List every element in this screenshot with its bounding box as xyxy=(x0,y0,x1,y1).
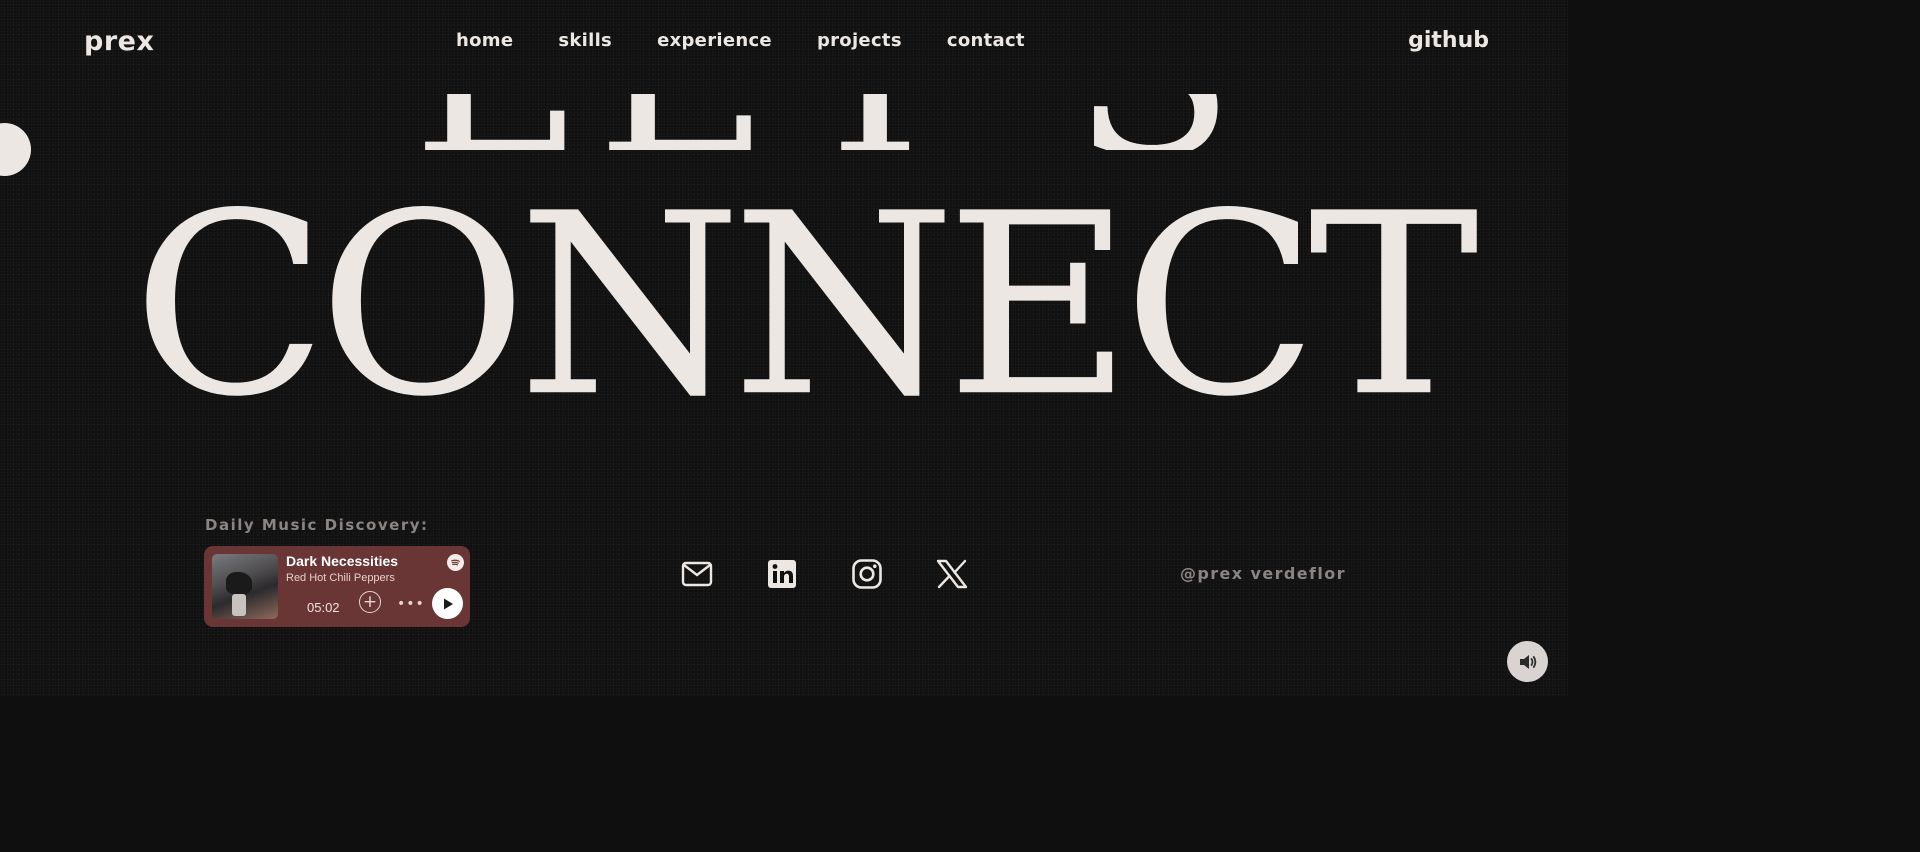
nav-home[interactable]: home xyxy=(456,30,513,51)
nav-skills[interactable]: skills xyxy=(558,30,612,51)
sound-toggle-button[interactable] xyxy=(1507,641,1548,682)
play-icon[interactable] xyxy=(432,588,463,619)
music-discovery-label: Daily Music Discovery: xyxy=(205,516,429,534)
spotify-icon[interactable] xyxy=(447,554,464,571)
hero-line-connect: CONNECT xyxy=(132,159,1479,453)
spotify-player-card[interactable]: Dark Necessities Red Hot Chili Peppers 0… xyxy=(204,546,470,627)
nav-experience[interactable]: experience xyxy=(657,30,772,51)
logo-link[interactable]: prex xyxy=(84,26,154,57)
top-navigation-bar: prex home skills experience projects con… xyxy=(0,0,1568,90)
album-cover[interactable] xyxy=(212,554,278,619)
linkedin-icon[interactable] xyxy=(764,556,800,592)
github-link[interactable]: github xyxy=(1408,28,1489,53)
nav-projects[interactable]: projects xyxy=(817,30,902,51)
x-icon[interactable] xyxy=(934,556,970,592)
speaker-icon xyxy=(1519,654,1536,669)
track-duration: 05:02 xyxy=(307,600,340,615)
track-artist[interactable]: Red Hot Chili Peppers xyxy=(286,572,395,584)
author-handle: @prex verdeflor xyxy=(1180,564,1346,583)
hero-line-lets: LET'S xyxy=(412,94,1261,150)
spotify-icon-glyph xyxy=(451,559,460,566)
mail-icon[interactable] xyxy=(679,556,715,592)
main-nav: home skills experience projects contact xyxy=(456,30,1070,51)
add-icon[interactable]: + xyxy=(359,591,381,613)
more-icon[interactable]: ••• xyxy=(397,596,425,612)
hero-top-line-clip: LET'S xyxy=(0,94,1568,150)
nav-contact[interactable]: contact xyxy=(947,30,1025,51)
track-title[interactable]: Dark Necessities xyxy=(286,553,398,569)
instagram-icon[interactable] xyxy=(849,556,885,592)
play-icon-glyph xyxy=(443,598,453,609)
